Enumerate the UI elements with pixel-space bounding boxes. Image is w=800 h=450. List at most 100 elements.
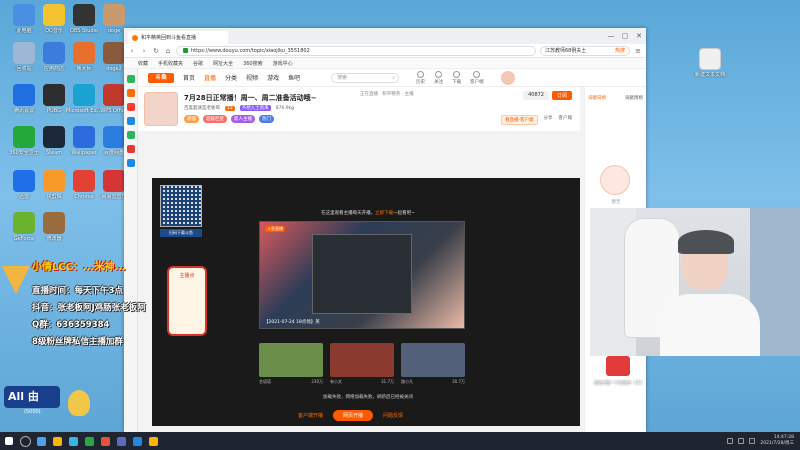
promo-link[interactable]: 立即下载: [375, 211, 393, 216]
rank-empty-text: 暂无: [611, 200, 621, 205]
input-method-icon[interactable]: [749, 438, 756, 444]
share-button[interactable]: 分享: [544, 115, 553, 125]
room-meta: 百度超速是老板哥 15 不想入土就来 876.9kg: [184, 105, 294, 111]
document-icon: [699, 48, 721, 70]
app-icon: [103, 42, 125, 64]
bookmark-item[interactable]: 360搜索: [243, 60, 263, 67]
room-header: 7月28日正常播！周一、周二准备活动哦~ 正在直播 · 和平精英 · 主播 百度…: [138, 87, 580, 131]
minimize-button[interactable]: —: [604, 32, 618, 40]
overlay-line: Q群：636359384: [32, 320, 110, 330]
app-icon: [13, 84, 35, 106]
taskbar-app[interactable]: [114, 435, 128, 447]
refresh-icon[interactable]: ↻: [152, 47, 160, 55]
sidebar-app-icon[interactable]: [126, 159, 135, 167]
taskbar-app[interactable]: [50, 435, 64, 447]
sidebar-app-icon[interactable]: [126, 117, 135, 125]
bookmark-item[interactable]: 网址大全: [213, 60, 233, 67]
taskbar-app-icon: [116, 436, 126, 446]
menu-icon[interactable]: ≡: [634, 47, 642, 55]
nav-yuba[interactable]: 鱼吧: [288, 73, 300, 82]
taskbar-app[interactable]: [98, 435, 112, 447]
sidebar-app-icon[interactable]: [126, 145, 135, 153]
qr-label: 扫码下载斗鱼: [160, 229, 202, 237]
client-download-button[interactable]: 看直播·客户端: [501, 115, 538, 125]
recommend-item[interactable]: 艺塔塔 230万: [259, 343, 323, 385]
network-icon[interactable]: [727, 438, 734, 444]
home-icon[interactable]: ⌂: [164, 47, 172, 55]
anchor-name[interactable]: 百度超速是老板哥: [184, 105, 220, 111]
desktop-icon-text-doc[interactable]: 新建文本文档: [692, 48, 728, 78]
douyu-logo[interactable]: 斗鱼: [148, 72, 174, 83]
back-icon[interactable]: ‹: [128, 47, 136, 55]
thumb-count: 30.7万: [452, 379, 465, 384]
sidebar-app-icon[interactable]: [126, 131, 135, 139]
hot-search-box[interactable]: 江苏教师68例夫土 热搜: [540, 45, 630, 56]
download-icon: [453, 70, 461, 78]
bookmark-item[interactable]: 游戏中心: [273, 60, 293, 67]
subscribe-button[interactable]: 订阅: [551, 91, 572, 100]
recommend-item[interactable]: 有小文 31.7万: [330, 343, 394, 385]
app-icon: [103, 4, 125, 26]
client-live-button[interactable]: 客户端开播: [298, 412, 323, 419]
browser-tab[interactable]: 和平精英回到斗鱼看直播: [128, 31, 228, 44]
url-input[interactable]: https://www.douyu.com/topic/xiaojiku_355…: [176, 45, 536, 56]
taskbar-app[interactable]: [34, 435, 48, 447]
sidebar-app-icon[interactable]: [126, 75, 135, 83]
room-tag[interactable]: 热门: [259, 115, 274, 123]
bookmark-item[interactable]: 手机收藏夹: [158, 60, 183, 67]
tab-bar: 和平精英回到斗鱼看直播 — ▢ ✕: [124, 28, 646, 44]
app-icon: [73, 4, 95, 26]
bookmark-item[interactable]: 收藏: [138, 60, 148, 67]
overlay-title: 小倩LCC：...米神...: [32, 262, 126, 273]
room-tag[interactable]: 新人主播: [231, 115, 255, 123]
promo-tail: 一起看吧~: [393, 211, 415, 216]
close-button[interactable]: ✕: [632, 32, 646, 40]
taskbar-app[interactable]: [130, 435, 144, 447]
overlay-line: 直播时间：每天下午3点: [32, 286, 123, 296]
nav-game[interactable]: 游戏: [267, 73, 279, 82]
tab-title: 和平精英回到斗鱼看直播: [141, 35, 197, 41]
maximize-button[interactable]: ▢: [618, 32, 632, 40]
start-button[interactable]: [2, 435, 16, 447]
user-avatar[interactable]: [500, 70, 515, 85]
thumb-image: [330, 343, 394, 377]
tab-daily-rank[interactable]: 贡献日榜: [588, 95, 606, 101]
nav-category[interactable]: 分类: [225, 73, 237, 82]
level-badge: 15: [225, 105, 235, 111]
volume-icon[interactable]: [738, 438, 745, 444]
bookmark-item[interactable]: 谷歌: [193, 60, 203, 67]
taskbar-app[interactable]: [66, 435, 80, 447]
taskbar-app[interactable]: [82, 435, 96, 447]
taskbar-app-icon: [36, 436, 46, 446]
player-promo: 在这里观看主播每天开播，立即下载一起看吧~: [268, 210, 468, 216]
download-button[interactable]: 下载: [452, 70, 461, 85]
clock[interactable]: 14:47:28 2021/7/28/周三: [760, 435, 794, 447]
taskbar-app[interactable]: [146, 435, 160, 447]
stream-preview[interactable]: 斗鱼直播 【2021-07-24 18点场】英: [259, 221, 465, 329]
site-search-input[interactable]: 搜索 ⌕: [331, 72, 400, 83]
webcam-cap: [678, 230, 734, 254]
room-stats: 40872 订阅: [523, 91, 572, 100]
web-live-button[interactable]: 网页开播: [333, 410, 374, 421]
recommend-item[interactable]: 路小凡 30.7万: [401, 343, 465, 385]
sidebar-app-icon[interactable]: [126, 103, 135, 111]
feedback-button[interactable]: 问题反馈: [383, 412, 403, 419]
client-button[interactable]: 客户端: [470, 70, 484, 85]
room-category[interactable]: 正在直播 · 和平精英 · 主播: [360, 91, 414, 97]
nav-live[interactable]: 直播: [204, 73, 216, 82]
client-link[interactable]: 客户端: [559, 115, 573, 125]
tab-weekly-rank[interactable]: 贡献周榜: [625, 95, 643, 101]
preview-pill: 斗鱼直播: [265, 226, 285, 232]
room-tag[interactable]: 颜值: [184, 115, 199, 123]
room-tag[interactable]: 超级巨星: [203, 115, 227, 123]
search-button[interactable]: [18, 435, 32, 447]
follow-button[interactable]: 关注: [434, 70, 443, 85]
sidebar-app-icon[interactable]: [126, 89, 135, 97]
nav-home[interactable]: 首页: [183, 73, 195, 82]
anchor-avatar[interactable]: [144, 92, 178, 126]
history-button[interactable]: 历史: [416, 70, 425, 85]
desktop-icon[interactable]: 修改器: [36, 212, 72, 242]
forward-icon[interactable]: ›: [140, 47, 148, 55]
nav-video[interactable]: 视频: [246, 73, 258, 82]
hot-search-text: 江苏教师68例夫土: [545, 47, 587, 54]
